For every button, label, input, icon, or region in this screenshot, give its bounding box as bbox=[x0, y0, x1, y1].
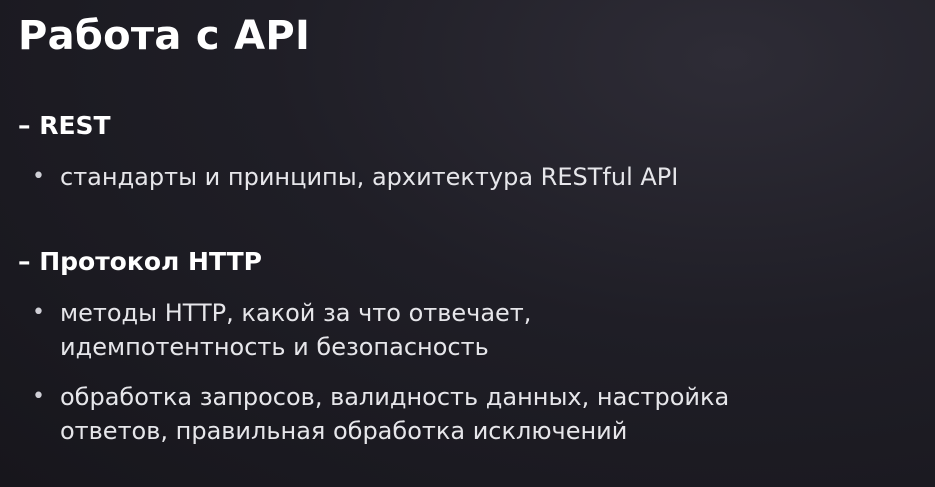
bullet-dot-icon: • bbox=[32, 164, 45, 189]
bullet-item-http-1: • методы HTTP, какой за что отвечает, ид… bbox=[32, 296, 927, 364]
bullet-text-line: обработка запросов, валидность данных, н… bbox=[60, 383, 730, 411]
bullet-dot-icon: • bbox=[32, 300, 45, 325]
bullet-item-http-2: • обработка запросов, валидность данных,… bbox=[32, 380, 927, 448]
presentation-slide: Работа с API – REST • стандарты и принци… bbox=[0, 0, 935, 487]
bullet-text: обработка запросов, валидность данных, н… bbox=[60, 380, 927, 448]
section-heading-rest: – REST bbox=[18, 111, 111, 140]
bullet-dot-icon: • bbox=[32, 384, 45, 409]
bullet-item-rest-1: • стандарты и принципы, архитектура REST… bbox=[32, 160, 927, 194]
slide-title: Работа с API bbox=[18, 13, 311, 59]
bullet-text-line: методы HTTP, какой за что отвечает, bbox=[60, 299, 532, 327]
bullet-text-line: идемпотентность и безопасность bbox=[60, 333, 489, 361]
bullet-text: стандарты и принципы, архитектура RESTfu… bbox=[60, 160, 927, 194]
bullet-text: методы HTTP, какой за что отвечает, идем… bbox=[60, 296, 927, 364]
bullet-text-line: стандарты и принципы, архитектура RESTfu… bbox=[60, 163, 679, 191]
bullet-text-line: ответов, правильная обработка исключений bbox=[60, 417, 628, 445]
section-heading-http: – Протокол HTTP bbox=[18, 247, 262, 276]
